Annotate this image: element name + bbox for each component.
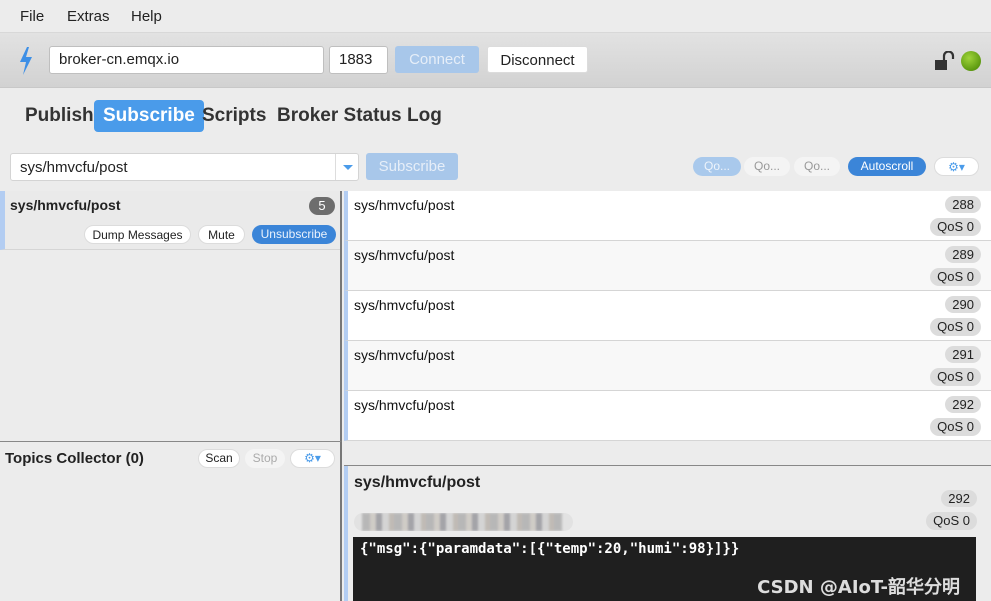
message-topic: sys/hmvcfu/post bbox=[354, 347, 455, 363]
tab-subscribe[interactable]: Subscribe bbox=[94, 100, 204, 132]
menu-file[interactable]: File bbox=[20, 8, 44, 25]
topics-collector-title: Topics Collector (0) bbox=[5, 450, 144, 467]
detail-number-badge: 292 bbox=[941, 490, 977, 507]
unlocked-padlock-icon bbox=[935, 51, 955, 70]
qos0-toggle[interactable]: Qo... bbox=[693, 157, 741, 176]
tab-scripts[interactable]: Scripts bbox=[193, 100, 275, 132]
topic-combobox[interactable]: sys/hmvcfu/post bbox=[10, 153, 359, 181]
options-menu-button[interactable]: ⚙▾ bbox=[934, 157, 979, 176]
topic-input[interactable]: sys/hmvcfu/post bbox=[20, 159, 128, 176]
scan-button[interactable]: Scan bbox=[198, 449, 240, 468]
unsubscribe-button[interactable]: Unsubscribe bbox=[252, 225, 336, 244]
menu-bar: File Extras Help bbox=[0, 0, 991, 32]
port-input[interactable]: 1883 bbox=[329, 46, 388, 74]
subscribe-button[interactable]: Subscribe bbox=[366, 153, 458, 180]
qos2-toggle[interactable]: Qo... bbox=[794, 157, 840, 176]
qos1-toggle[interactable]: Qo... bbox=[744, 157, 790, 176]
message-qos-badge: QoS 0 bbox=[930, 268, 981, 286]
stop-button[interactable]: Stop bbox=[245, 449, 285, 468]
message-item[interactable]: sys/hmvcfu/post 288 QoS 0 bbox=[344, 191, 991, 241]
tab-broker-status[interactable]: Broker Status bbox=[268, 100, 411, 132]
messages-list[interactable]: sys/hmvcfu/post 288 QoS 0 sys/hmvcfu/pos… bbox=[344, 191, 991, 441]
mute-button[interactable]: Mute bbox=[198, 225, 245, 244]
topics-collector-panel: Topics Collector (0) Scan Stop ⚙▾ bbox=[0, 441, 342, 601]
tab-publish[interactable]: Publish bbox=[16, 100, 103, 132]
subscription-topic: sys/hmvcfu/post bbox=[10, 197, 121, 213]
message-qos-badge: QoS 0 bbox=[930, 418, 981, 436]
detail-qos-badge: QoS 0 bbox=[926, 512, 977, 530]
message-number-badge: 288 bbox=[945, 196, 981, 213]
connection-bar: broker-cn.emqx.io 1883 Connect Disconnec… bbox=[0, 32, 991, 88]
detail-topic: sys/hmvcfu/post bbox=[354, 474, 481, 491]
disconnect-button[interactable]: Disconnect bbox=[487, 46, 588, 73]
watermark: CSDN @AIoT-韶华分明 bbox=[757, 577, 960, 598]
message-topic: sys/hmvcfu/post bbox=[354, 247, 455, 263]
message-topic: sys/hmvcfu/post bbox=[354, 197, 455, 213]
lightning-bolt-icon bbox=[20, 47, 32, 75]
message-item[interactable]: sys/hmvcfu/post 291 QoS 0 bbox=[344, 341, 991, 391]
message-qos-badge: QoS 0 bbox=[930, 218, 981, 236]
message-item[interactable]: sys/hmvcfu/post 292 QoS 0 bbox=[344, 391, 991, 441]
connect-button[interactable]: Connect bbox=[395, 46, 479, 73]
message-number-badge: 291 bbox=[945, 346, 981, 363]
payload-viewer[interactable]: {"msg":{"paramdata":[{"temp":20,"humi":9… bbox=[353, 537, 976, 601]
message-qos-badge: QoS 0 bbox=[930, 368, 981, 386]
payload-text: {"msg":{"paramdata":[{"temp":20,"humi":9… bbox=[360, 541, 740, 557]
message-qos-badge: QoS 0 bbox=[930, 318, 981, 336]
dump-messages-button[interactable]: Dump Messages bbox=[84, 225, 191, 244]
collector-options-button[interactable]: ⚙▾ bbox=[290, 449, 335, 468]
subscription-item[interactable]: sys/hmvcfu/post 5 Dump Messages Mute Uns… bbox=[0, 191, 340, 250]
autoscroll-button[interactable]: Autoscroll bbox=[848, 157, 926, 176]
topic-dropdown-button[interactable] bbox=[335, 154, 358, 180]
message-topic: sys/hmvcfu/post bbox=[354, 297, 455, 313]
connection-status-led bbox=[961, 51, 981, 71]
subscriptions-panel: sys/hmvcfu/post 5 Dump Messages Mute Uns… bbox=[0, 191, 342, 441]
message-number-badge: 292 bbox=[945, 396, 981, 413]
gears-icon: ⚙▾ bbox=[304, 451, 321, 465]
chevron-down-icon bbox=[343, 165, 353, 170]
gears-icon: ⚙▾ bbox=[948, 160, 965, 174]
broker-address-input[interactable]: broker-cn.emqx.io bbox=[49, 46, 324, 74]
message-number-badge: 289 bbox=[945, 246, 981, 263]
menu-extras[interactable]: Extras bbox=[67, 8, 110, 25]
detail-timestamp-badge: (blurred) bbox=[354, 513, 573, 531]
message-topic: sys/hmvcfu/post bbox=[354, 397, 455, 413]
message-item[interactable]: sys/hmvcfu/post 289 QoS 0 bbox=[344, 241, 991, 291]
message-count-badge: 5 bbox=[309, 197, 335, 215]
message-item[interactable]: sys/hmvcfu/post 290 QoS 0 bbox=[344, 291, 991, 341]
message-detail-panel: sys/hmvcfu/post 292 (blurred) QoS 0 {"ms… bbox=[344, 466, 991, 601]
panel-splitter[interactable] bbox=[344, 441, 991, 466]
tab-log[interactable]: Log bbox=[398, 100, 451, 132]
menu-help[interactable]: Help bbox=[131, 8, 162, 25]
message-number-badge: 290 bbox=[945, 296, 981, 313]
